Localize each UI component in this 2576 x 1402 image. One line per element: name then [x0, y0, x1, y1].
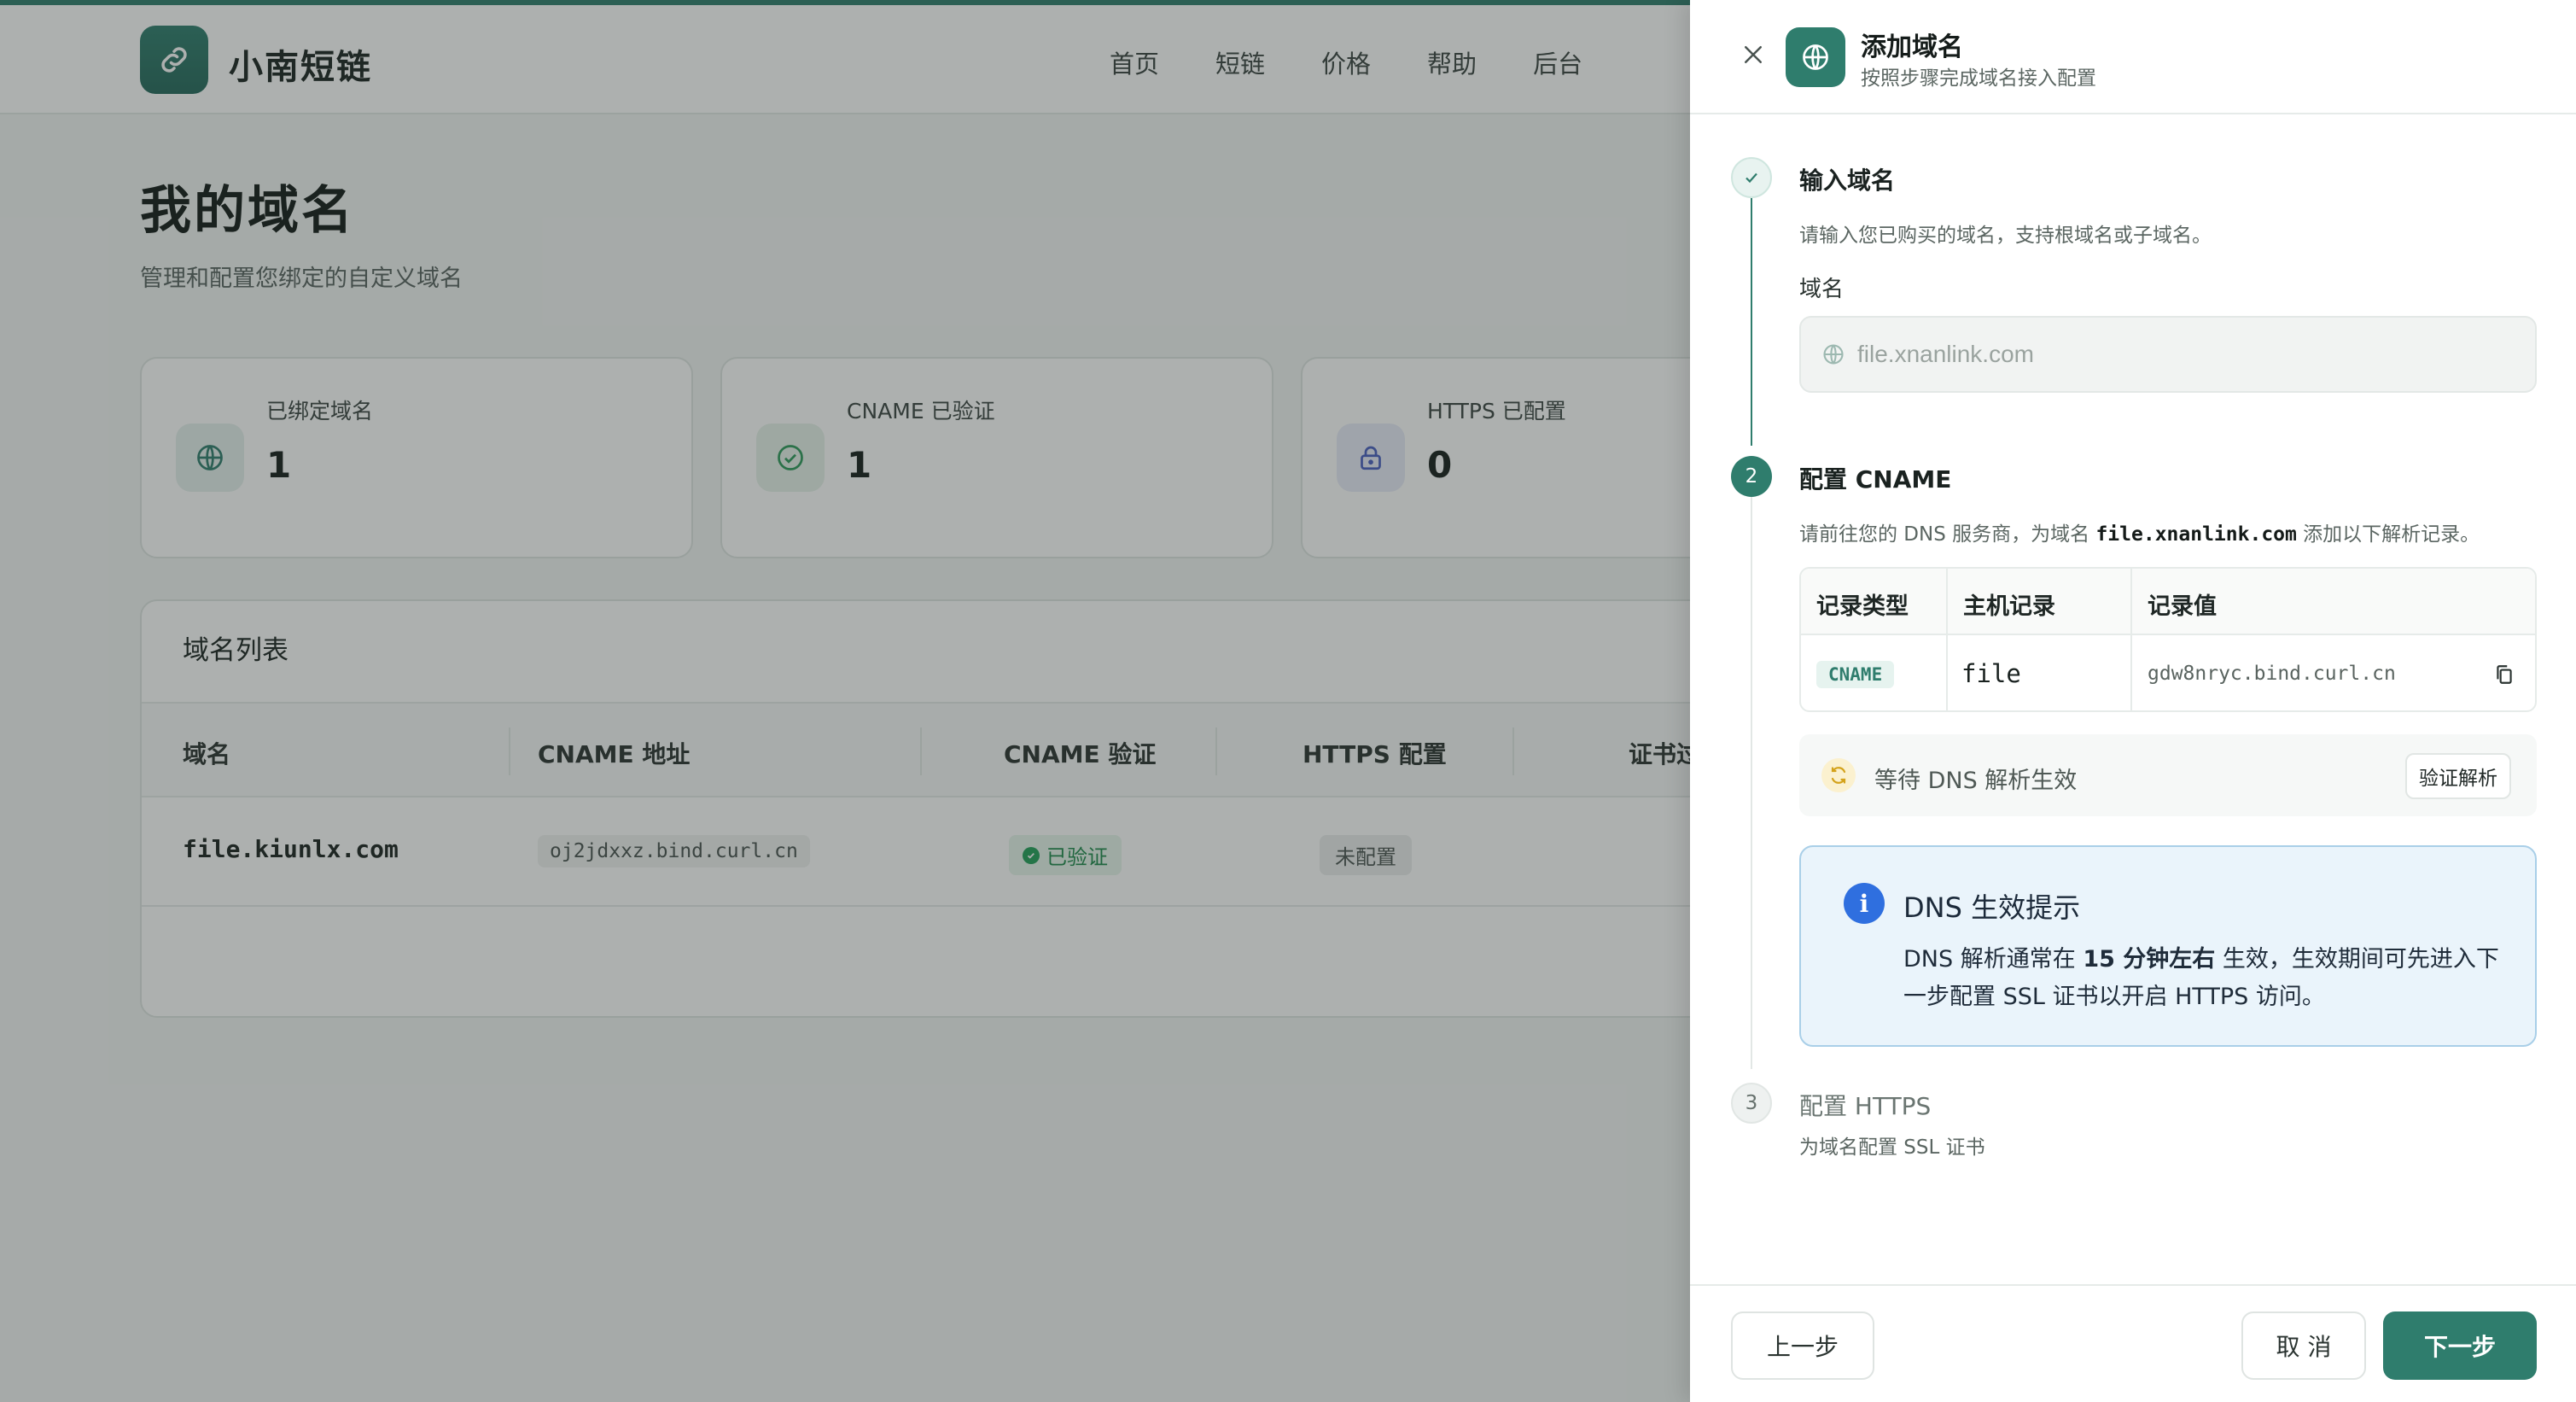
record-value: gdw8nryc.bind.curl.cn: [2148, 663, 2396, 685]
drawer-header: 添加域名 按照步骤完成域名接入配置: [1690, 0, 2576, 114]
tip-body-prefix: DNS 解析通常在: [1903, 946, 2076, 973]
column-header: 记录类型: [1816, 593, 1909, 620]
dns-wait-status: 等待 DNS 解析生效 验证解析: [1799, 734, 2537, 816]
domain-input[interactable]: [1857, 341, 2523, 368]
column-header: 主机记录: [1963, 593, 2055, 620]
tip-body: DNS 解析通常在 15 分钟左右 生效，生效期间可先进入下一步配置 SSL 证…: [1903, 941, 2509, 1016]
step-3-desc: 为域名配置 SSL 证书: [1799, 1136, 1985, 1159]
tip-title: DNS 生效提示: [1903, 891, 2081, 924]
tip-body-bold: 15 分钟左右: [2083, 946, 2216, 973]
column-header: 记录值: [2148, 593, 2217, 620]
step-2-desc-prefix: 请前往您的 DNS 服务商，为域名: [1799, 523, 2090, 546]
copy-icon[interactable]: [2491, 661, 2518, 688]
step-2-desc: 请前往您的 DNS 服务商，为域名 file.xnanlink.com 添加以下…: [1799, 517, 2480, 546]
domain-field-label: 域名: [1799, 277, 1845, 302]
close-icon[interactable]: [1736, 38, 1770, 72]
globe-icon: [1786, 27, 1845, 87]
prev-step-button[interactable]: 上一步: [1731, 1311, 1874, 1380]
cancel-button[interactable]: 取 消: [2241, 1311, 2366, 1380]
drawer-footer: 上一步 取 消 下一步: [1690, 1284, 2576, 1402]
step-2-number: 2: [1731, 456, 1772, 497]
info-icon: i: [1844, 883, 1885, 924]
host-record: file: [1961, 659, 2021, 688]
next-step-button[interactable]: 下一步: [2383, 1311, 2537, 1380]
step-2-title: 配置 CNAME: [1799, 465, 1952, 494]
step-1-title: 输入域名: [1799, 166, 1896, 195]
record-type-tag: CNAME: [1816, 661, 1895, 688]
drawer-title: 添加域名: [1861, 32, 1963, 62]
refresh-icon: [1821, 758, 1856, 792]
drawer-subtitle: 按照步骤完成域名接入配置: [1861, 67, 2096, 90]
column-divider: [2130, 569, 2132, 710]
step-connector: [1751, 497, 1752, 1069]
step-2-desc-suffix: 添加以下解析记录。: [2303, 523, 2480, 546]
step-3-number: 3: [1731, 1083, 1772, 1124]
step-connector: [1751, 198, 1752, 446]
step-2-desc-domain: file.xnanlink.com: [2095, 523, 2297, 546]
step-1-desc: 请输入您已购买的域名，支持根域名或子域名。: [1799, 225, 2212, 247]
step-3-title: 配置 HTTPS: [1799, 1092, 1932, 1120]
add-domain-drawer: 添加域名 按照步骤完成域名接入配置 输入域名 请输入您已购买的域名，支持根域名或…: [1690, 0, 2576, 1402]
dns-tip-box: i DNS 生效提示 DNS 解析通常在 15 分钟左右 生效，生效期间可先进入…: [1799, 845, 2537, 1047]
column-divider: [1946, 569, 1948, 710]
step-1-complete-icon: [1731, 157, 1772, 198]
verify-dns-button[interactable]: 验证解析: [2405, 753, 2511, 799]
globe-icon: [1823, 344, 1844, 365]
domain-input-wrapper: [1799, 316, 2537, 393]
dns-wait-text: 等待 DNS 解析生效: [1874, 768, 2078, 794]
dns-record-table: 记录类型 主机记录 记录值 CNAME file gdw8nryc.bind.c…: [1799, 567, 2537, 712]
